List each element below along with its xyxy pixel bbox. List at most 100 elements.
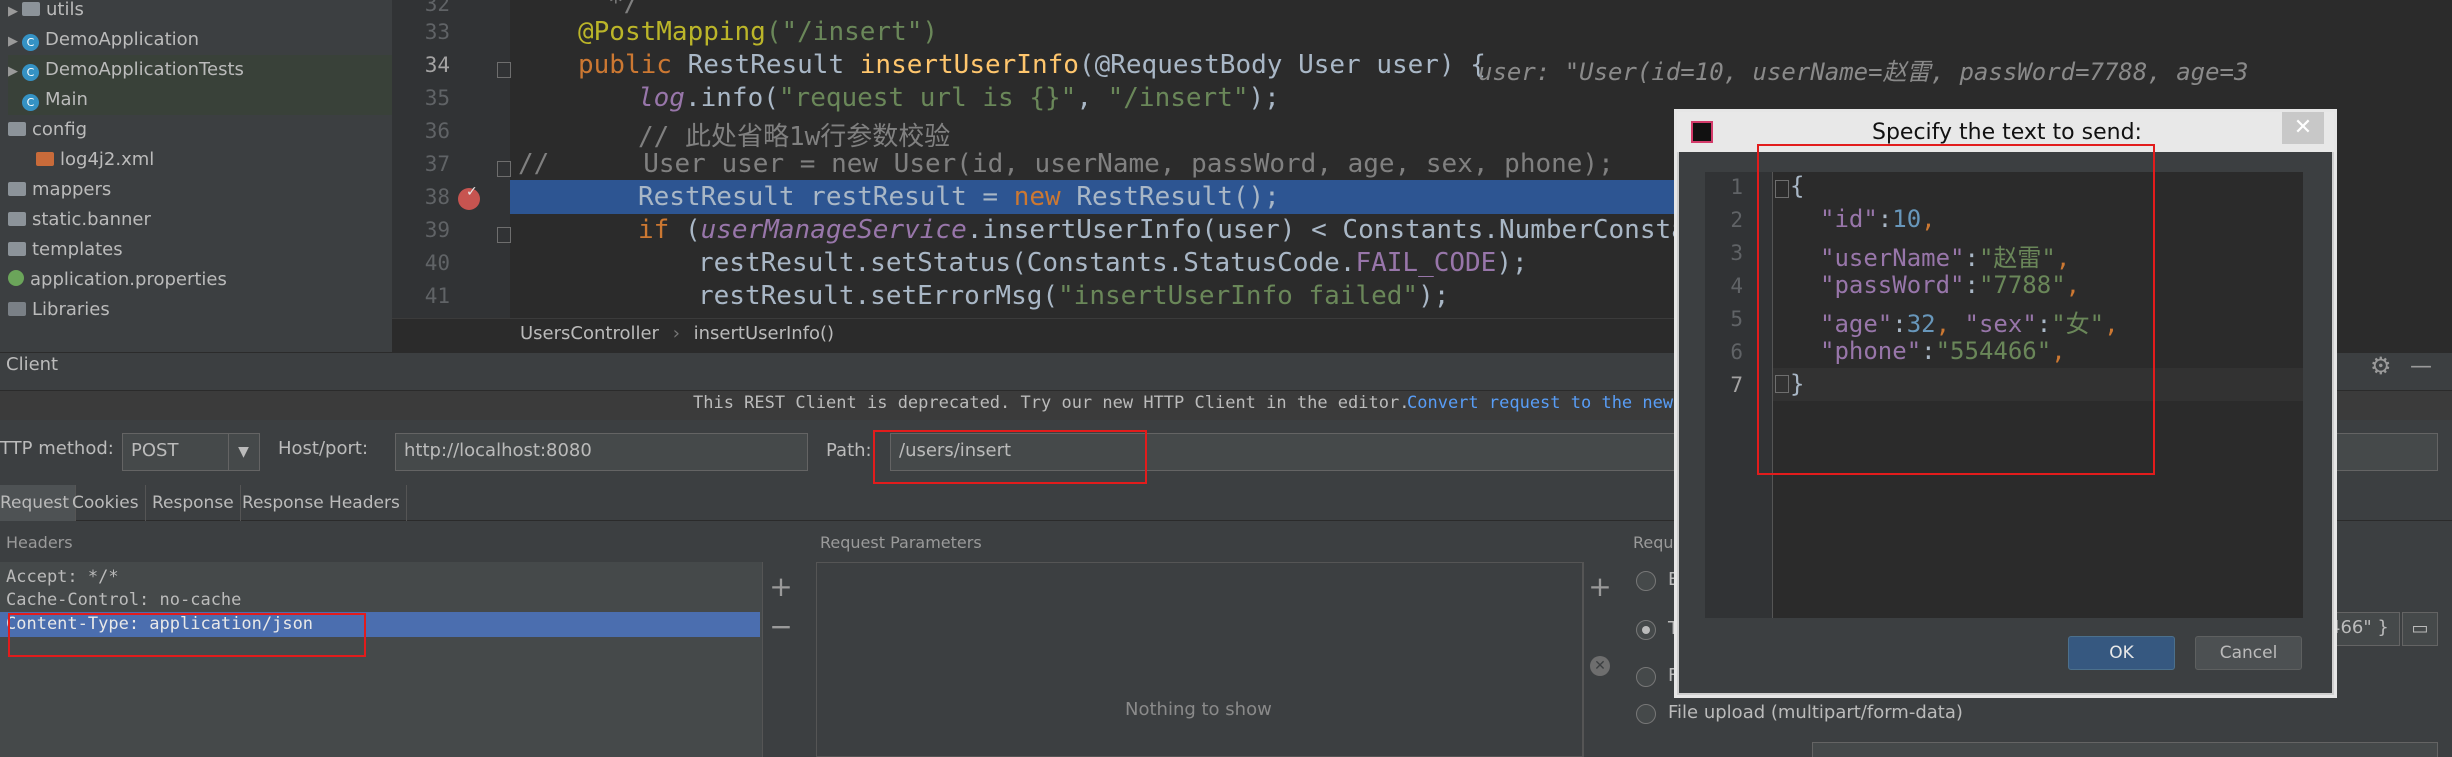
gear-icon[interactable]: ⚙ xyxy=(2370,352,2392,380)
breadcrumb-separator: › xyxy=(672,323,680,344)
file-upload-option-label: File upload (multipart/form-data) xyxy=(1668,702,1963,723)
body-option-radio-selected[interactable] xyxy=(1636,620,1656,640)
add-header-icon[interactable]: + xyxy=(766,572,796,602)
body-option-radio[interactable] xyxy=(1636,667,1656,687)
code-line-38: RestResult restResult = new RestResult()… xyxy=(638,182,1280,212)
fold-marker-icon[interactable] xyxy=(497,62,511,78)
tree-item-log4j2[interactable]: log4j2.xml xyxy=(36,145,154,175)
folder-icon xyxy=(8,212,26,226)
class-icon: C xyxy=(22,64,39,81)
chevron-right-icon[interactable]: ▶ xyxy=(8,0,22,27)
request-parameters-title: Request Parameters xyxy=(820,533,982,552)
dialog-title: Specify the text to send: xyxy=(1872,120,2142,145)
breadcrumb: UsersController › insertUserInfo() xyxy=(392,318,1687,348)
ok-button[interactable]: OK xyxy=(2068,636,2175,670)
properties-icon xyxy=(8,270,24,286)
tree-item-config[interactable]: config xyxy=(8,115,87,145)
tree-item-main[interactable]: C Main xyxy=(8,85,392,115)
tree-item-libraries[interactable]: Libraries xyxy=(8,295,110,325)
line-number: 38 xyxy=(424,185,450,209)
line-number: 35 xyxy=(424,86,450,110)
line-number: 5 xyxy=(1730,307,1743,331)
code-line-37: // User user = new User(id, userName, pa… xyxy=(518,149,1614,179)
breadcrumb-item[interactable]: insertUserInfo() xyxy=(694,323,834,344)
cancel-button[interactable]: Cancel xyxy=(2195,636,2302,670)
line-number: 34 xyxy=(424,53,450,77)
deprecation-notice-text: This REST Client is deprecated. Try our … xyxy=(693,393,1410,413)
code-line-33: @PostMapping("/insert") xyxy=(578,17,939,47)
line-number: 33 xyxy=(424,20,450,44)
class-icon: C xyxy=(22,94,39,111)
tab-request[interactable]: Request xyxy=(0,485,77,521)
code-line-39: if (userManageService.insertUserInfo(use… xyxy=(638,215,1734,245)
clear-icon[interactable]: ✕ xyxy=(1590,656,1610,676)
folder-icon xyxy=(8,242,26,256)
line-number: 3 xyxy=(1730,241,1743,265)
empty-state-text: Nothing to show xyxy=(1125,699,1272,720)
line-number: 4 xyxy=(1730,274,1743,298)
code-line-40: restResult.setStatus(Constants.StatusCod… xyxy=(698,248,1528,278)
inline-debug-hint: user: "User(id=10, userName=赵雷, passWord… xyxy=(1478,58,2249,86)
code-line-35: log.info("request url is {}", "/insert")… xyxy=(638,83,1280,113)
tab-response[interactable]: Response xyxy=(146,485,241,521)
tree-item-static-banner[interactable]: static.banner xyxy=(8,205,151,235)
xml-file-icon xyxy=(36,152,54,166)
chevron-down-icon[interactable]: ▼ xyxy=(228,434,258,470)
breadcrumb-item[interactable]: UsersController xyxy=(520,323,659,344)
line-number: 7 xyxy=(1730,373,1743,397)
line-number: 1 xyxy=(1730,175,1743,199)
file-path-input[interactable] xyxy=(1812,742,2438,757)
code-line-34: public RestResult insertUserInfo(@Reques… xyxy=(578,50,1486,80)
checkmark-icon: ✓ xyxy=(466,184,478,200)
host-port-input[interactable]: http://localhost:8080 xyxy=(395,433,808,471)
header-row[interactable]: Cache-Control: no-cache xyxy=(6,590,241,610)
remove-header-icon[interactable]: − xyxy=(766,612,796,642)
code-line-32: */ xyxy=(608,0,640,18)
body-option-radio[interactable] xyxy=(1636,704,1656,724)
code-line-36: // 此处省略1w行参数校验 xyxy=(638,122,951,152)
tree-item-application-properties[interactable]: application.properties xyxy=(8,265,227,295)
request-body-title: Reque xyxy=(1633,533,1684,552)
line-number: 40 xyxy=(424,251,450,275)
libraries-icon xyxy=(8,302,26,316)
folder-icon xyxy=(8,182,26,196)
line-number: 39 xyxy=(424,218,450,242)
tab-cookies[interactable]: Cookies xyxy=(66,485,146,521)
folder-icon xyxy=(22,2,40,16)
class-icon: C xyxy=(22,34,39,51)
convert-request-link[interactable]: Convert request to the new xyxy=(1407,393,1673,413)
fold-marker-icon[interactable] xyxy=(497,161,511,177)
open-folder-icon[interactable]: ▭ xyxy=(2402,612,2438,646)
chevron-right-icon[interactable]: ▶ xyxy=(8,57,22,87)
body-option-radio[interactable] xyxy=(1636,571,1656,591)
tree-item-templates[interactable]: templates xyxy=(8,235,123,265)
host-port-label: Host/port: xyxy=(278,438,369,459)
folder-icon xyxy=(8,122,26,136)
highlight-box-content-type xyxy=(8,613,366,657)
line-number: 6 xyxy=(1730,340,1743,364)
fold-marker-icon[interactable] xyxy=(497,227,511,243)
tree-item-utils[interactable]: ▶ utils xyxy=(8,0,84,25)
line-number: 2 xyxy=(1730,208,1743,232)
path-label: Path: xyxy=(826,440,872,461)
highlight-box-path xyxy=(873,430,1147,484)
minimize-icon[interactable]: — xyxy=(2410,354,2432,379)
line-number: 36 xyxy=(424,119,450,143)
code-line-41: restResult.setErrorMsg("insertUserInfo f… xyxy=(698,281,1450,311)
header-row[interactable]: Accept: */* xyxy=(6,567,119,587)
close-icon[interactable]: ✕ xyxy=(2282,112,2324,144)
intellij-logo-icon xyxy=(1691,121,1713,143)
tree-item-mappers[interactable]: mappers xyxy=(8,175,111,205)
highlight-box-json-body xyxy=(1757,144,2155,475)
add-parameter-icon[interactable]: + xyxy=(1585,572,1615,602)
tree-item-demoapplication[interactable]: ▶ C DemoApplication xyxy=(8,25,199,55)
project-tree: ▶ utils ▶ C DemoApplication ▶ C DemoApplicati… xyxy=(0,0,392,352)
tab-response-headers[interactable]: Response Headers xyxy=(236,485,407,521)
line-number: 32 xyxy=(424,0,450,16)
tool-window-title: Client xyxy=(6,354,59,375)
line-number: 41 xyxy=(424,284,450,308)
tree-item-demoapplicationtests[interactable]: ▶ C DemoApplicationTests xyxy=(8,55,392,85)
request-parameters-table xyxy=(816,562,1584,757)
chevron-right-icon[interactable]: ▶ xyxy=(8,27,22,57)
line-number: 37 xyxy=(424,152,450,176)
